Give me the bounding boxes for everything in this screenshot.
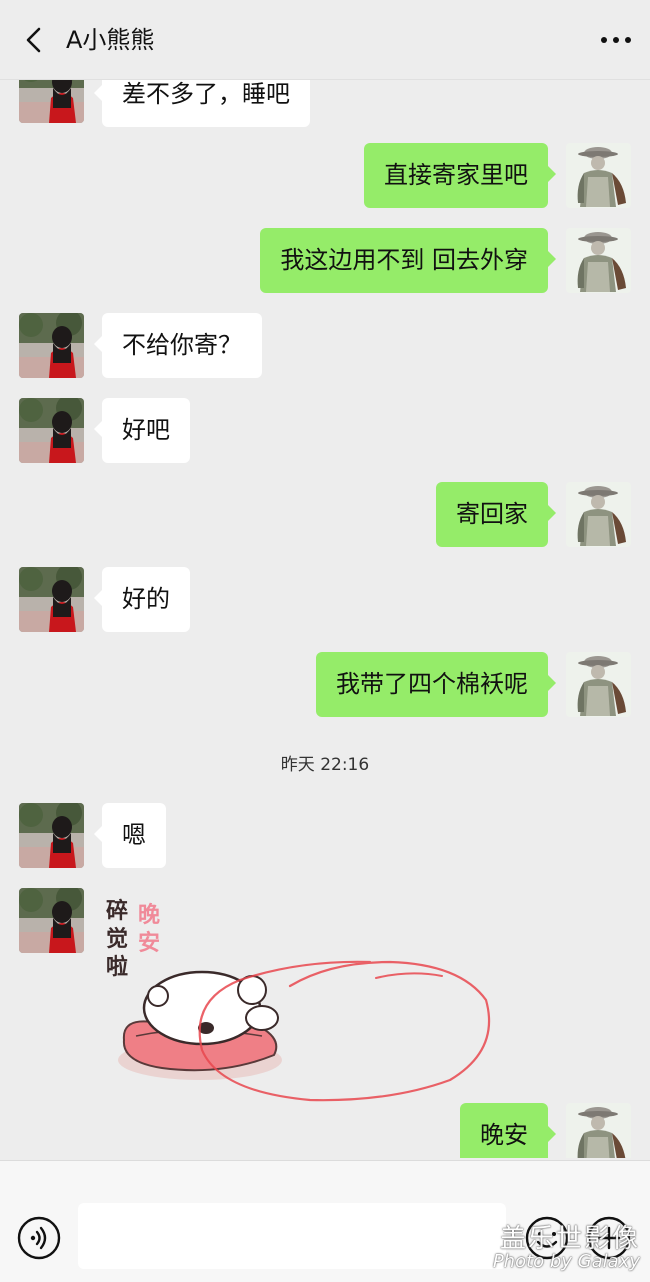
self-avatar-image bbox=[566, 143, 631, 208]
message-bubble-incoming[interactable]: 嗯 bbox=[94, 803, 166, 868]
contact-avatar-image bbox=[19, 888, 84, 953]
sticker-char: 啦 bbox=[106, 954, 128, 980]
contact-avatar-image bbox=[19, 803, 84, 868]
voice-icon bbox=[17, 1216, 61, 1260]
contact-avatar[interactable] bbox=[19, 888, 84, 953]
message-bubble-outgoing[interactable]: 我这边用不到 回去外穿 bbox=[260, 228, 556, 293]
message-input[interactable] bbox=[78, 1203, 506, 1269]
sticker-char: 觉 bbox=[106, 927, 128, 952]
contact-avatar-image bbox=[19, 80, 84, 123]
message-bubble-outgoing[interactable]: 寄回家 bbox=[436, 482, 556, 547]
self-avatar-image bbox=[566, 652, 631, 717]
contact-avatar-image bbox=[19, 313, 84, 378]
self-avatar[interactable] bbox=[566, 228, 631, 293]
message-bubble-incoming[interactable]: 不给你寄？ bbox=[94, 313, 262, 378]
message-bubble-incoming[interactable]: 差不多了，睡吧 bbox=[94, 80, 310, 127]
sticker-char: 安 bbox=[138, 930, 160, 956]
camera-watermark: 盖乐世影像 Photo by Galaxy bbox=[493, 1218, 640, 1272]
sticker-char: 碎 bbox=[106, 898, 128, 924]
message-bubble-incoming[interactable]: 好吧 bbox=[94, 398, 190, 463]
voice-button[interactable] bbox=[16, 1215, 62, 1261]
more-button[interactable] bbox=[596, 20, 636, 60]
self-avatar[interactable] bbox=[566, 1103, 631, 1158]
message-list[interactable]: 差不多了，睡吧 直接寄家里吧 我这边用不到 回去外穿 不给你寄？ 好吧 寄回家 … bbox=[0, 80, 650, 1158]
contact-avatar-image bbox=[19, 398, 84, 463]
back-button[interactable] bbox=[14, 20, 54, 60]
contact-avatar[interactable] bbox=[19, 803, 84, 868]
contact-avatar[interactable] bbox=[19, 567, 84, 632]
message-bubble-outgoing[interactable]: 直接寄家里吧 bbox=[364, 143, 556, 208]
sticker-char: 晚 bbox=[138, 903, 160, 928]
self-avatar-image bbox=[566, 1103, 631, 1158]
contact-avatar[interactable] bbox=[19, 80, 84, 123]
chevron-left-icon bbox=[26, 27, 41, 53]
self-avatar-image bbox=[566, 228, 631, 293]
contact-avatar-image bbox=[19, 567, 84, 632]
self-avatar[interactable] bbox=[566, 143, 631, 208]
self-avatar-image bbox=[566, 482, 631, 547]
message-timestamp: 昨天 22:16 bbox=[280, 755, 370, 775]
contact-avatar[interactable] bbox=[19, 398, 84, 463]
chat-title: A小熊熊 bbox=[66, 26, 155, 54]
more-dots-icon bbox=[601, 37, 631, 43]
sleeping-bear-sticker: 碎 觉 啦 晚 安 bbox=[106, 898, 282, 1080]
watermark-brand: 盖乐世影像 bbox=[499, 1224, 640, 1254]
message-bubble-outgoing[interactable]: 晚安 bbox=[460, 1103, 556, 1158]
self-avatar[interactable] bbox=[566, 482, 631, 547]
sticker-message[interactable]: 碎 觉 啦 晚 安 bbox=[102, 890, 302, 1090]
watermark-caption: Photo by Galaxy bbox=[492, 1251, 640, 1272]
contact-avatar[interactable] bbox=[19, 313, 84, 378]
chat-header: A小熊熊 bbox=[0, 0, 650, 80]
message-bubble-outgoing[interactable]: 我带了四个棉袄呢 bbox=[316, 652, 556, 717]
message-bubble-incoming[interactable]: 好的 bbox=[94, 567, 190, 632]
self-avatar[interactable] bbox=[566, 652, 631, 717]
